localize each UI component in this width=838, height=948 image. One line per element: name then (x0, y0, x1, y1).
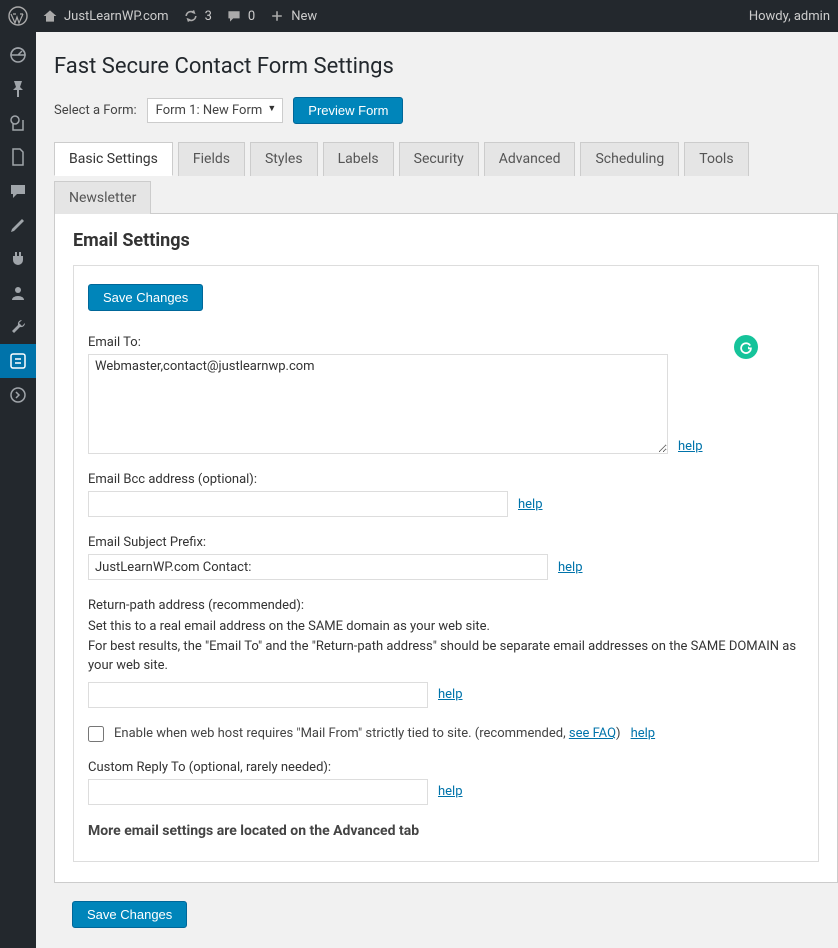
email-to-group: Email To: help (88, 335, 804, 454)
return-path-input[interactable] (88, 682, 428, 708)
custom-reply-help-link[interactable]: help (438, 784, 463, 799)
email-bcc-help-link[interactable]: help (518, 497, 543, 512)
mail-from-text: Enable when web host requires "Mail From… (114, 726, 621, 741)
save-changes-button-bottom[interactable]: Save Changes (72, 901, 187, 928)
site-home-link[interactable]: JustLearnWP.com (42, 8, 169, 24)
email-bcc-label: Email Bcc address (optional): (88, 472, 804, 487)
comments-count: 0 (248, 9, 255, 24)
collapse-icon (8, 385, 28, 405)
form-icon (8, 351, 28, 371)
wrench-icon (8, 317, 28, 337)
sidebar-item-pages[interactable] (0, 140, 36, 174)
comment-icon (226, 8, 242, 24)
email-bcc-input[interactable] (88, 491, 508, 517)
sidebar-item-users[interactable] (0, 276, 36, 310)
see-faq-link[interactable]: see FAQ (569, 726, 616, 741)
home-icon (42, 8, 58, 24)
tab-labels[interactable]: Labels (323, 142, 394, 176)
tab-scheduling[interactable]: Scheduling (580, 142, 679, 176)
new-content-link[interactable]: New (269, 8, 317, 24)
sidebar-item-posts[interactable] (0, 72, 36, 106)
sidebar-item-collapse[interactable] (0, 378, 36, 412)
return-path-hint2: For best results, the "Email To" and the… (88, 637, 804, 676)
wordpress-icon (8, 6, 28, 26)
email-bcc-group: Email Bcc address (optional): help (88, 472, 804, 517)
return-path-hint1: Set this to a real email address on the … (88, 617, 804, 637)
email-to-help-link[interactable]: help (678, 439, 703, 454)
plus-icon (269, 8, 285, 24)
grammarly-icon[interactable] (734, 335, 758, 359)
dashboard-icon (8, 45, 28, 65)
email-to-label: Email To: (88, 335, 804, 350)
sidebar-item-media[interactable] (0, 106, 36, 140)
custom-reply-label: Custom Reply To (optional, rarely needed… (88, 760, 804, 775)
tab-basic-settings[interactable]: Basic Settings (54, 142, 173, 176)
site-name-label: JustLearnWP.com (64, 9, 169, 24)
custom-reply-input[interactable] (88, 779, 428, 805)
page-title: Fast Secure Contact Form Settings (54, 44, 838, 79)
howdy-label[interactable]: Howdy, admin (749, 9, 830, 24)
comment-icon (8, 181, 28, 201)
form-select-row: Select a Form: Form 1: New Form Preview … (54, 97, 838, 124)
pin-icon (8, 79, 28, 99)
save-changes-button-top[interactable]: Save Changes (88, 284, 203, 311)
brush-icon (8, 215, 28, 235)
selected-form-text: Form 1: New Form (156, 103, 263, 118)
user-icon (8, 283, 28, 303)
main-content: Fast Secure Contact Form Settings Select… (36, 32, 838, 948)
media-icon (8, 113, 28, 133)
settings-tabs: Basic Settings Fields Styles Labels Secu… (54, 142, 838, 214)
email-settings-title: Email Settings (73, 230, 819, 251)
updates-count: 3 (205, 9, 212, 24)
tab-advanced[interactable]: Advanced (484, 142, 576, 176)
page-icon (8, 147, 28, 167)
subject-prefix-label: Email Subject Prefix: (88, 535, 804, 550)
sidebar-item-settings-active[interactable] (0, 344, 36, 378)
preview-form-button[interactable]: Preview Form (293, 97, 403, 124)
tab-security[interactable]: Security (399, 142, 479, 176)
tab-styles[interactable]: Styles (250, 142, 318, 176)
refresh-icon (183, 8, 199, 24)
more-settings-note: More email settings are located on the A… (88, 823, 804, 839)
subject-prefix-help-link[interactable]: help (558, 560, 583, 575)
return-path-group: Return-path address (recommended): Set t… (88, 598, 804, 708)
tab-tools[interactable]: Tools (684, 142, 748, 176)
subject-prefix-group: Email Subject Prefix: help (88, 535, 804, 580)
mail-from-checkbox-row: Enable when web host requires "Mail From… (88, 726, 804, 742)
subject-prefix-input[interactable] (88, 554, 548, 580)
plugin-icon (8, 249, 28, 269)
sidebar-item-appearance[interactable] (0, 208, 36, 242)
new-label: New (291, 9, 317, 24)
return-path-help-link[interactable]: help (438, 687, 463, 702)
tab-newsletter[interactable]: Newsletter (54, 181, 151, 214)
comments-link[interactable]: 0 (226, 8, 255, 24)
sidebar-item-plugins[interactable] (0, 242, 36, 276)
return-path-label: Return-path address (recommended): (88, 598, 804, 613)
mail-from-help-link[interactable]: help (631, 726, 656, 741)
sidebar-item-tools[interactable] (0, 310, 36, 344)
admin-bar: JustLearnWP.com 3 0 New Howdy, admin (0, 0, 838, 32)
admin-sidebar (0, 32, 36, 948)
updates-link[interactable]: 3 (183, 8, 212, 24)
settings-panel: Email Settings Save Changes Email To: he… (54, 213, 838, 883)
email-settings-subpanel: Save Changes Email To: help Email Bcc ad… (73, 265, 819, 862)
wp-logo-menu[interactable] (8, 6, 28, 26)
select-form-label: Select a Form: (54, 103, 137, 118)
sidebar-item-comments[interactable] (0, 174, 36, 208)
email-to-input[interactable] (88, 354, 668, 454)
form-selector[interactable]: Form 1: New Form (147, 98, 284, 123)
tab-fields[interactable]: Fields (178, 142, 245, 176)
mail-from-checkbox[interactable] (88, 726, 104, 742)
sidebar-item-dashboard[interactable] (0, 38, 36, 72)
custom-reply-group: Custom Reply To (optional, rarely needed… (88, 760, 804, 805)
